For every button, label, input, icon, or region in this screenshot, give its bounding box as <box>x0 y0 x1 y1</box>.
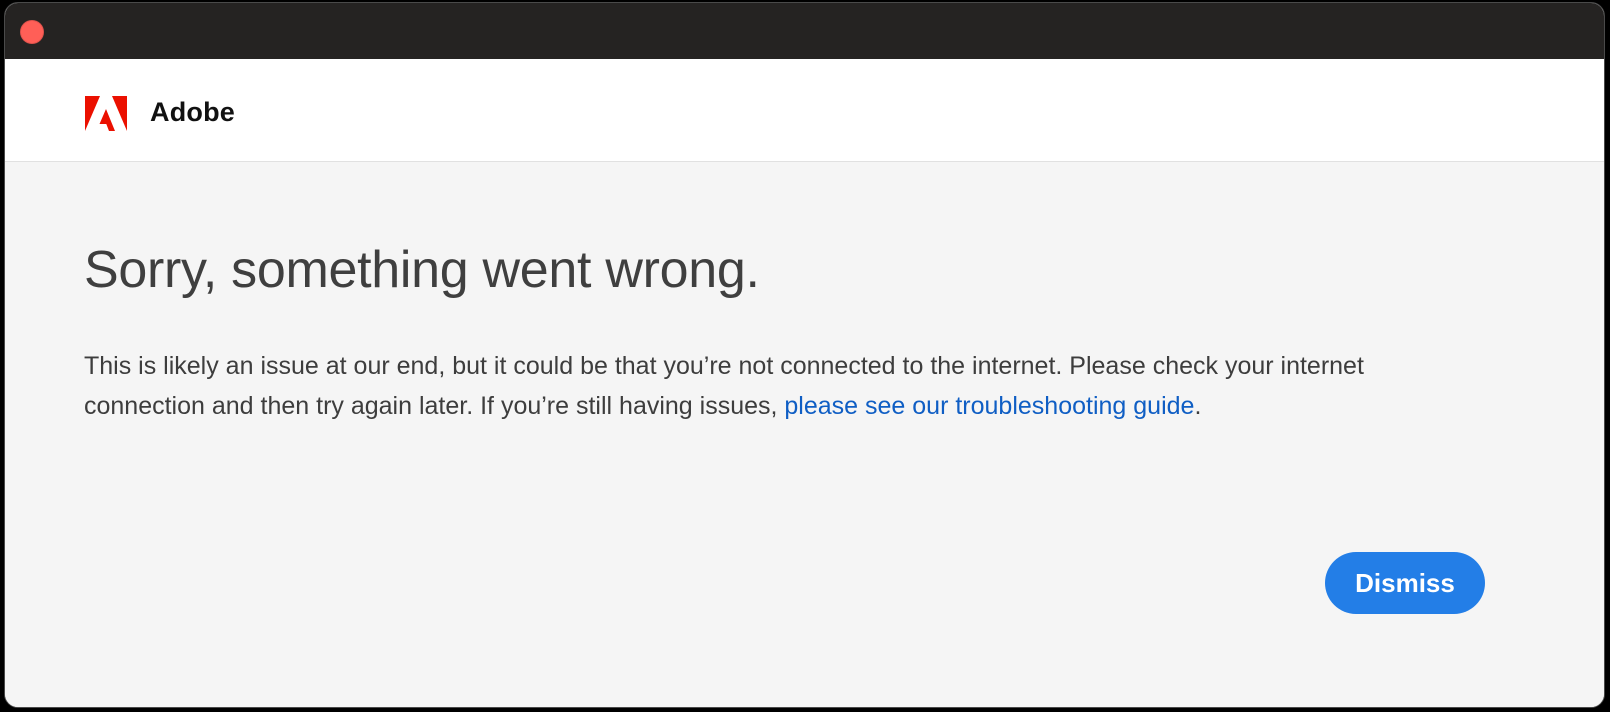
adobe-logo-icon <box>85 96 127 131</box>
dismiss-button[interactable]: Dismiss <box>1325 552 1485 614</box>
error-title: Sorry, something went wrong. <box>84 241 760 299</box>
troubleshooting-guide-link[interactable]: please see our troubleshooting guide <box>784 392 1194 420</box>
app-header: Adobe <box>5 59 1604 162</box>
app-window: Adobe Sorry, something went wrong. This … <box>4 2 1605 708</box>
title-bar[interactable] <box>5 3 1604 59</box>
brand-name: Adobe <box>150 97 235 127</box>
error-message-end: . <box>1194 392 1202 420</box>
error-message: This is likely an issue at our end, but … <box>84 346 1404 426</box>
error-panel: Sorry, something went wrong. This is lik… <box>5 162 1604 707</box>
close-icon[interactable] <box>20 20 44 44</box>
